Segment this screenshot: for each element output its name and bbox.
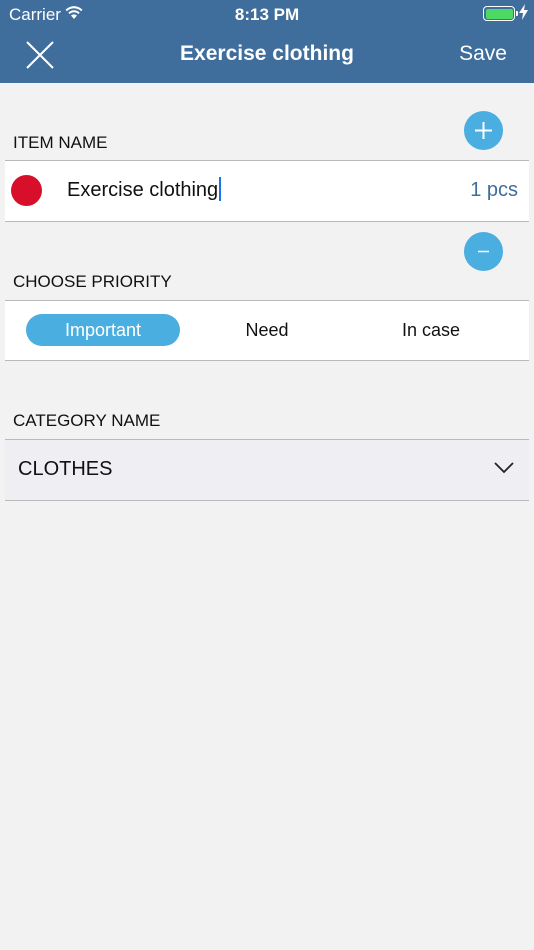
plus-icon [475, 122, 492, 139]
battery-icon [483, 6, 515, 21]
item-name-label: ITEM NAME [13, 133, 108, 152]
minus-icon [478, 250, 489, 253]
priority-color-dot [11, 175, 42, 206]
item-name-input[interactable]: Exercise clothing [67, 177, 222, 202]
charging-bolt-icon [519, 4, 528, 25]
quantity-label: 1 pcs [470, 179, 518, 201]
decrease-quantity-button[interactable] [464, 232, 503, 271]
category-value: CLOTHES [18, 458, 113, 480]
priority-option-need[interactable]: Need [190, 314, 344, 346]
top-bar: Carrier 8:13 PM Exercise clothing Save [0, 0, 534, 83]
page-title: Exercise clothing [180, 42, 354, 65]
item-name-value: Exercise clothing [67, 179, 219, 201]
category-name-label: CATEGORY NAME [13, 411, 161, 430]
item-name-row: Exercise clothing 1 pcs [5, 160, 529, 222]
status-time: 8:13 PM [234, 5, 300, 24]
battery-tip [516, 11, 518, 16]
priority-option-important[interactable]: Important [26, 314, 180, 346]
category-dropdown[interactable]: CLOTHES [5, 439, 529, 501]
priority-selector: Important Need In case [5, 300, 529, 361]
priority-option-in-case[interactable]: In case [354, 314, 508, 346]
battery-level [485, 8, 513, 19]
chevron-down-icon [494, 461, 514, 479]
status-bar: Carrier 8:13 PM [0, 0, 534, 28]
increase-quantity-button[interactable] [464, 111, 503, 150]
save-button[interactable]: Save [459, 42, 507, 66]
choose-priority-label: CHOOSE PRIORITY [13, 272, 172, 291]
text-cursor [219, 177, 222, 201]
